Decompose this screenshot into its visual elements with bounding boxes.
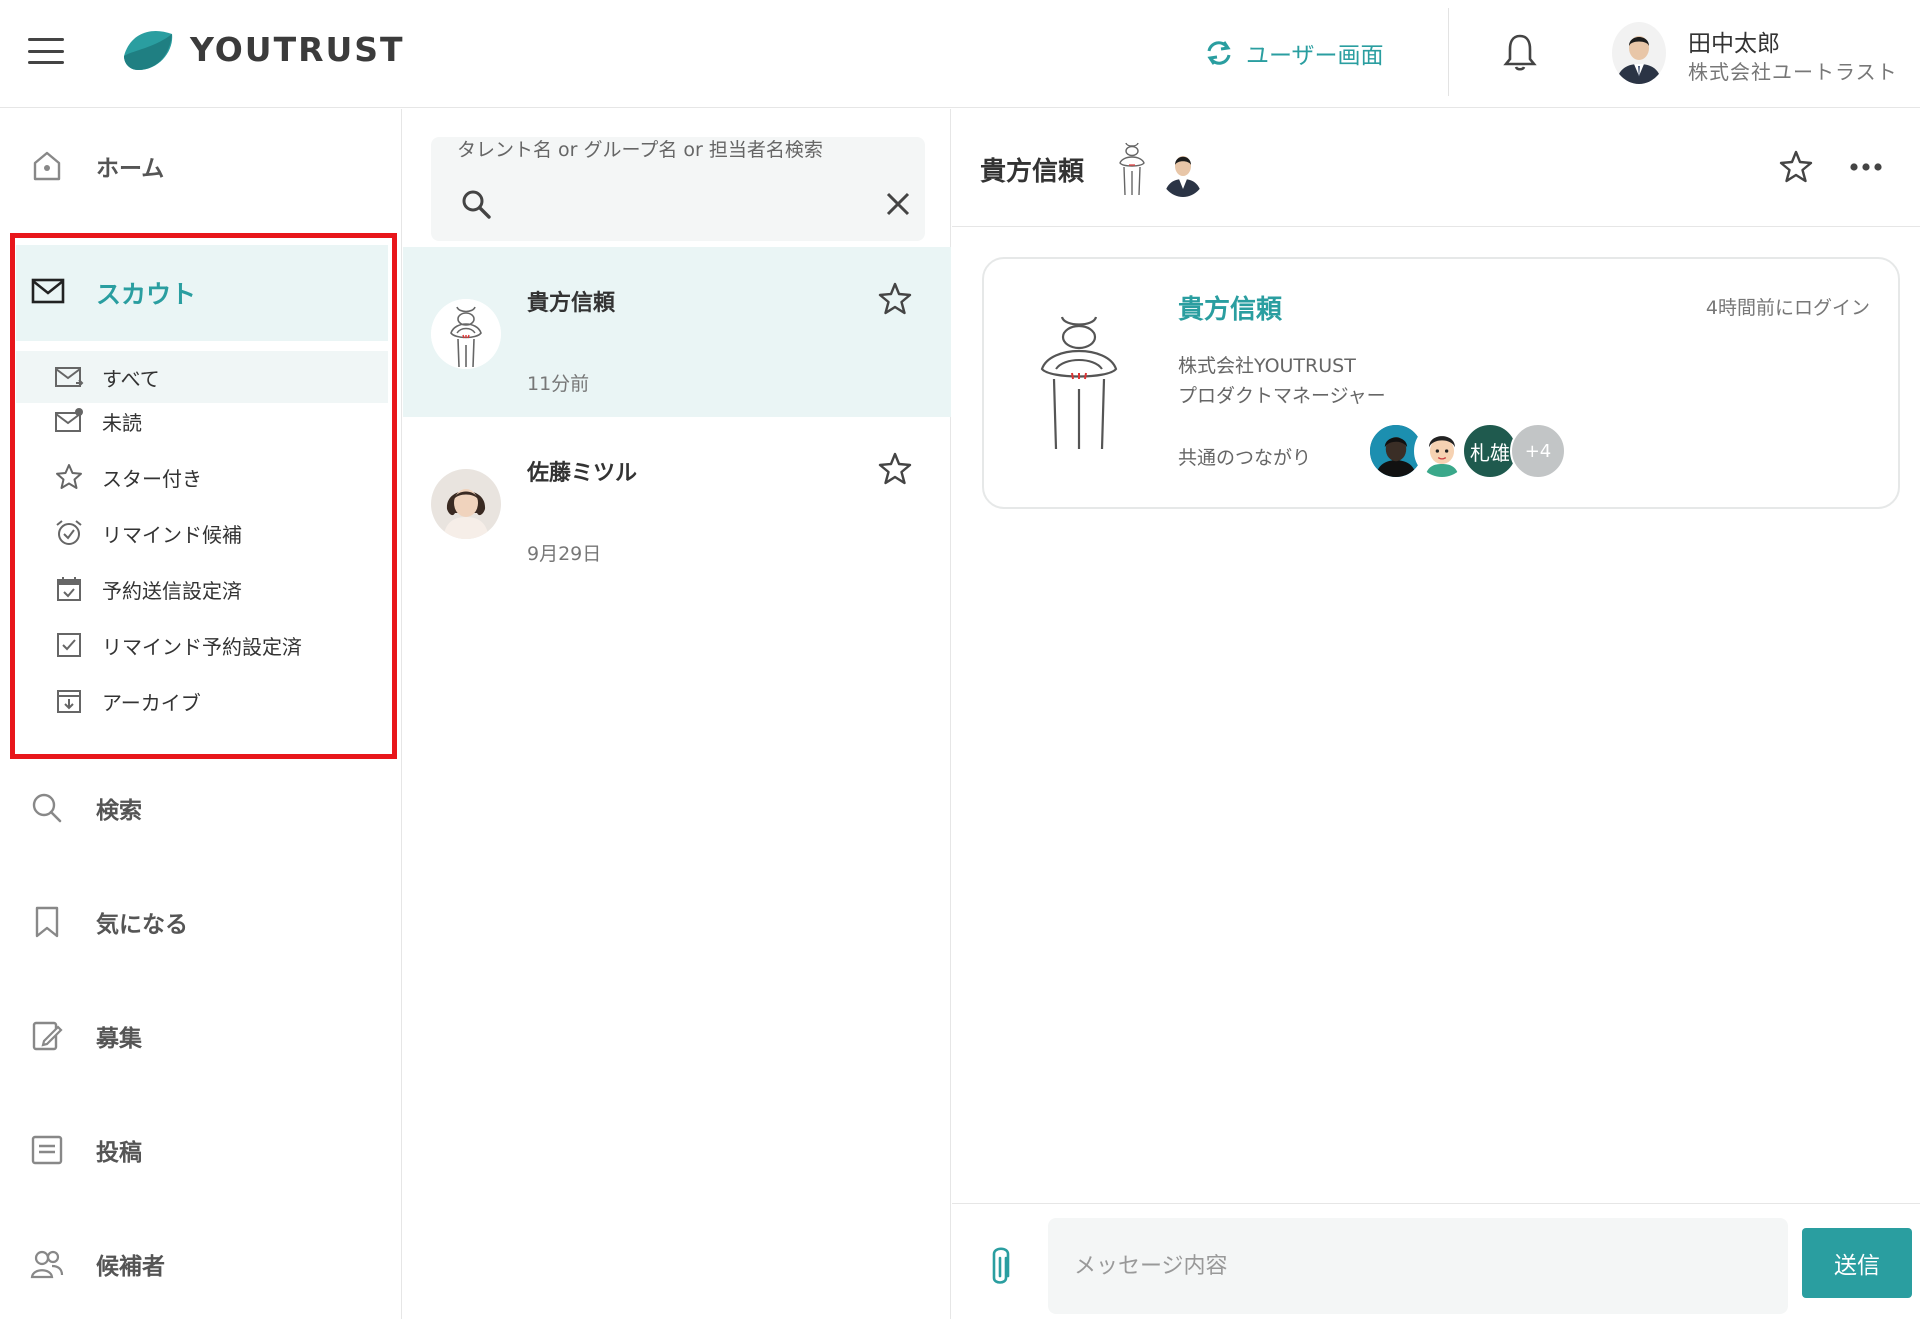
- scout-sub-label: 未読: [102, 410, 142, 435]
- sidebar-item-scout[interactable]: スカウト: [16, 245, 388, 341]
- alarm-icon: [56, 520, 82, 545]
- avatar: [431, 469, 501, 539]
- scout-sub-starred[interactable]: スター付き: [16, 451, 388, 503]
- conversation-time: 11分前: [527, 373, 590, 395]
- search-icon: [32, 793, 62, 823]
- scout-sub-remind-candidates[interactable]: リマインド候補: [16, 507, 388, 559]
- conversation-time: 9月29日: [527, 543, 602, 565]
- archive-icon: [57, 690, 81, 713]
- avatar: [1040, 316, 1118, 450]
- post-icon: [31, 1135, 63, 1165]
- scout-sub-label: リマインド候補: [102, 522, 242, 547]
- scout-sub-scheduled-send[interactable]: 予約送信設定済: [16, 563, 388, 615]
- user-company: 株式会社ユートラスト: [1688, 60, 1898, 84]
- calendar-check-icon: [57, 577, 81, 601]
- sidebar-item-bookmark[interactable]: 気になる: [0, 887, 400, 957]
- sidebar-item-search[interactable]: 検索: [0, 773, 400, 843]
- sidebar-item-label: 候補者: [96, 1254, 165, 1280]
- profile-company: 株式会社YOUTRUST: [1178, 355, 1356, 377]
- conversation-list-pane: タレント名 or グループ名 or 担当者名検索 貴方信頼 11分前 佐藤ミツル…: [403, 109, 951, 1319]
- scout-sub-unread[interactable]: 未読: [16, 395, 388, 447]
- paperclip-icon[interactable]: [986, 1244, 1014, 1290]
- top-header: YOUTRUST ユーザー画面 田中太郎 株式会社ユートラスト: [0, 0, 1920, 108]
- mutual-more-badge[interactable]: +4: [1510, 423, 1566, 479]
- more-options-icon[interactable]: [1846, 155, 1886, 179]
- search-placeholder: タレント名 or グループ名 or 担当者名検索: [457, 139, 823, 161]
- user-avatar[interactable]: [1612, 22, 1666, 84]
- mutual-more-count: +4: [1524, 440, 1552, 462]
- mutual-connections-avatars[interactable]: 札雄 +4: [1368, 423, 1568, 481]
- avatar: [1119, 142, 1145, 196]
- people-icon: [30, 1250, 64, 1279]
- switch-to-user-view-link[interactable]: ユーザー画面: [1204, 36, 1384, 70]
- sidebar-item-recruit[interactable]: 募集: [0, 1001, 400, 1071]
- bookmark-icon: [35, 906, 59, 938]
- star-icon[interactable]: [877, 281, 913, 317]
- message-input[interactable]: [1048, 1218, 1788, 1314]
- scout-sub-label: 予約送信設定済: [102, 578, 242, 603]
- scout-sub-label: アーカイブ: [102, 690, 201, 715]
- close-icon[interactable]: [883, 189, 913, 219]
- scout-sub-label: すべて: [102, 366, 160, 391]
- user-name: 田中太郎: [1688, 31, 1780, 57]
- menu-icon[interactable]: [28, 38, 64, 64]
- logo-mark-icon: [124, 30, 173, 70]
- chat-header: 貴方信頼: [952, 109, 1920, 227]
- checkbox-icon: [57, 633, 81, 657]
- mail-all-icon: [55, 367, 84, 387]
- header-divider: [1448, 8, 1449, 96]
- scout-sub-archive[interactable]: アーカイブ: [16, 675, 388, 727]
- star-icon[interactable]: [877, 451, 913, 487]
- avatar: [1160, 145, 1206, 197]
- profile-name-link[interactable]: 貴方信頼: [1178, 289, 1282, 326]
- scout-sub-remind-scheduled[interactable]: リマインド予約設定済: [16, 619, 388, 671]
- conversation-item[interactable]: 佐藤ミツル 9月29日: [403, 417, 951, 587]
- sidebar-item-label: 投稿: [96, 1140, 142, 1166]
- sidebar-item-label: 検索: [96, 798, 142, 824]
- edit-document-icon: [32, 1021, 63, 1051]
- home-icon: [33, 151, 61, 181]
- search-input[interactable]: タレント名 or グループ名 or 担当者名検索: [431, 137, 925, 241]
- sidebar-item-label: ホーム: [96, 156, 165, 182]
- chat-pane: 貴方信頼 貴方信頼 4時間前にログイン 株式会社YOUTRUST プロダクトマネ…: [952, 109, 1920, 1319]
- sidebar: ホーム スカウト すべて 未読 スター付き リマインド候補 予約送信設定済 リマ…: [0, 109, 402, 1319]
- star-icon[interactable]: [1778, 149, 1814, 185]
- sidebar-item-post[interactable]: 投稿: [0, 1115, 400, 1185]
- logo-text: YOUTRUST: [190, 29, 405, 69]
- search-icon: [462, 190, 491, 219]
- conversation-name: 佐藤ミツル: [527, 461, 638, 486]
- avatar: [431, 299, 501, 369]
- mutual-avatar-text: 札雄: [1470, 440, 1510, 465]
- send-button[interactable]: 送信: [1802, 1228, 1912, 1298]
- scout-sub-label: リマインド予約設定済: [102, 634, 302, 659]
- sidebar-item-label: 募集: [96, 1026, 142, 1052]
- star-icon: [56, 464, 82, 489]
- bell-icon[interactable]: [1502, 32, 1538, 72]
- sidebar-item-home[interactable]: ホーム: [0, 131, 400, 201]
- profile-role: プロダクトマネージャー: [1178, 385, 1386, 407]
- message-composer: 送信: [952, 1203, 1920, 1319]
- scout-section: スカウト すべて 未読 スター付き リマインド候補 予約送信設定済 リマインド予…: [16, 245, 388, 715]
- mail-unread-icon: [55, 408, 83, 432]
- switch-label: ユーザー画面: [1246, 43, 1384, 69]
- scout-sub-label: スター付き: [102, 466, 202, 491]
- logo[interactable]: YOUTRUST: [120, 26, 405, 72]
- mutual-connections-label: 共通のつながり: [1178, 447, 1312, 469]
- sidebar-item-label: スカウト: [96, 280, 197, 309]
- sidebar-item-label: 気になる: [96, 912, 188, 938]
- sync-icon: [1207, 41, 1231, 65]
- chat-title: 貴方信頼: [980, 157, 1085, 187]
- sidebar-item-candidates[interactable]: 候補者: [0, 1229, 400, 1299]
- conversation-name: 貴方信頼: [527, 291, 616, 316]
- last-login-text: 4時間前にログイン: [1705, 297, 1870, 319]
- conversation-item[interactable]: 貴方信頼 11分前: [403, 247, 951, 417]
- profile-card: 貴方信頼 4時間前にログイン 株式会社YOUTRUST プロダクトマネージャー …: [982, 257, 1900, 509]
- mail-icon: [31, 278, 65, 304]
